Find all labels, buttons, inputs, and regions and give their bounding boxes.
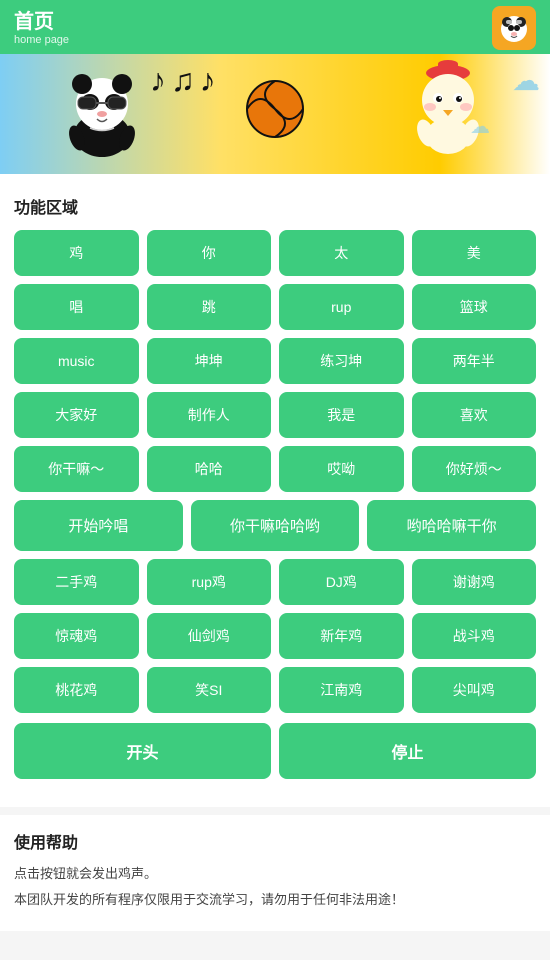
- button-row-4: 大家好 制作人 我是 喜欢: [14, 392, 536, 438]
- main-content: 功能区域 鸡 你 太 美 唱 跳 rup 篮球 music 坤坤 练习坤 两年半…: [0, 174, 550, 807]
- button-row-2: 唱 跳 rup 篮球: [14, 284, 536, 330]
- functional-area-title: 功能区域: [14, 194, 536, 218]
- btn-yoahahamaganni[interactable]: 哟哈哈嘛干你: [367, 500, 536, 551]
- app-logo: [492, 6, 536, 50]
- btn-erShouJi[interactable]: 二手鸡: [14, 559, 139, 605]
- btn-music[interactable]: music: [14, 338, 139, 384]
- btn-jinghunJi[interactable]: 惊魂鸡: [14, 613, 139, 659]
- help-line-1: 点击按钮就会发出鸡声。: [14, 863, 536, 885]
- btn-xiaoSI[interactable]: 笑SI: [147, 667, 272, 713]
- btn-lianxikun[interactable]: 练习坤: [279, 338, 404, 384]
- btn-djJi[interactable]: DJ鸡: [279, 559, 404, 605]
- btn-jiangNanJi[interactable]: 江南鸡: [279, 667, 404, 713]
- btn-xinNianJi[interactable]: 新年鸡: [279, 613, 404, 659]
- button-row-8: 惊魂鸡 仙剑鸡 新年鸡 战斗鸡: [14, 613, 536, 659]
- banner-panda: [62, 60, 142, 169]
- action-button-row: 开头 停止: [14, 723, 536, 779]
- btn-nihaofan[interactable]: 你好烦～: [412, 446, 537, 492]
- btn-jianJiaoJi[interactable]: 尖叫鸡: [412, 667, 537, 713]
- btn-niganna[interactable]: 你干嘛～: [14, 446, 139, 492]
- banner-music-notes: ♪ ♫ ♪: [150, 62, 214, 99]
- stop-button[interactable]: 停止: [279, 723, 536, 779]
- btn-chang[interactable]: 唱: [14, 284, 139, 330]
- banner-cloud: ☁: [512, 64, 540, 97]
- page-title-zh: 首页: [14, 10, 69, 34]
- btn-dajia[interactable]: 大家好: [14, 392, 139, 438]
- btn-tiao[interactable]: 跳: [147, 284, 272, 330]
- header-titles: 首页 home page: [14, 10, 69, 46]
- btn-zhanDouJi[interactable]: 战斗鸡: [412, 613, 537, 659]
- btn-xianJianJi[interactable]: 仙剑鸡: [147, 613, 272, 659]
- btn-aiyou[interactable]: 哎呦: [279, 446, 404, 492]
- button-row-7: 二手鸡 rup鸡 DJ鸡 谢谢鸡: [14, 559, 536, 605]
- btn-xIexIeJi[interactable]: 谢谢鸡: [412, 559, 537, 605]
- btn-kaishiyinchang[interactable]: 开始吟唱: [14, 500, 183, 551]
- btn-liangnianban[interactable]: 两年半: [412, 338, 537, 384]
- button-row-3: music 坤坤 练习坤 两年半: [14, 338, 536, 384]
- btn-kunkun[interactable]: 坤坤: [147, 338, 272, 384]
- btn-taoHuaJi[interactable]: 桃花鸡: [14, 667, 139, 713]
- help-section: 使用帮助 点击按钮就会发出鸡声。 本团队开发的所有程序仅限用于交流学习，请勿用于…: [0, 815, 550, 931]
- button-row-1: 鸡 你 太 美: [14, 230, 536, 276]
- btn-woshi[interactable]: 我是: [279, 392, 404, 438]
- help-title: 使用帮助: [14, 829, 536, 853]
- btn-lanqiu[interactable]: 篮球: [412, 284, 537, 330]
- help-line-2: 本团队开发的所有程序仅限用于交流学习，请勿用于任何非法用途！: [14, 889, 536, 911]
- btn-ji[interactable]: 鸡: [14, 230, 139, 276]
- banner-inner: ♪ ♫ ♪: [0, 54, 550, 174]
- btn-zhizuoren[interactable]: 制作人: [147, 392, 272, 438]
- btn-xihuan[interactable]: 喜欢: [412, 392, 537, 438]
- button-row-6: 开始吟唱 你干嘛哈哈哟 哟哈哈嘛干你: [14, 500, 536, 551]
- button-row-5: 你干嘛～ 哈哈 哎呦 你好烦～: [14, 446, 536, 492]
- header: 首页 home page: [0, 0, 550, 54]
- panda-icon: [494, 8, 534, 48]
- btn-rup[interactable]: rup: [279, 284, 404, 330]
- button-row-9: 桃花鸡 笑SI 江南鸡 尖叫鸡: [14, 667, 536, 713]
- banner: ♪ ♫ ♪: [0, 54, 550, 174]
- btn-haha[interactable]: 哈哈: [147, 446, 272, 492]
- banner-basketball: [245, 79, 305, 150]
- banner-cloud2: ☁: [470, 114, 490, 139]
- btn-nigannahahayo[interactable]: 你干嘛哈哈哟: [191, 500, 360, 551]
- btn-tai[interactable]: 太: [279, 230, 404, 276]
- btn-mei[interactable]: 美: [412, 230, 537, 276]
- btn-rupJi[interactable]: rup鸡: [147, 559, 272, 605]
- btn-ni[interactable]: 你: [147, 230, 272, 276]
- start-button[interactable]: 开头: [14, 723, 271, 779]
- page-title-en: home page: [14, 34, 69, 46]
